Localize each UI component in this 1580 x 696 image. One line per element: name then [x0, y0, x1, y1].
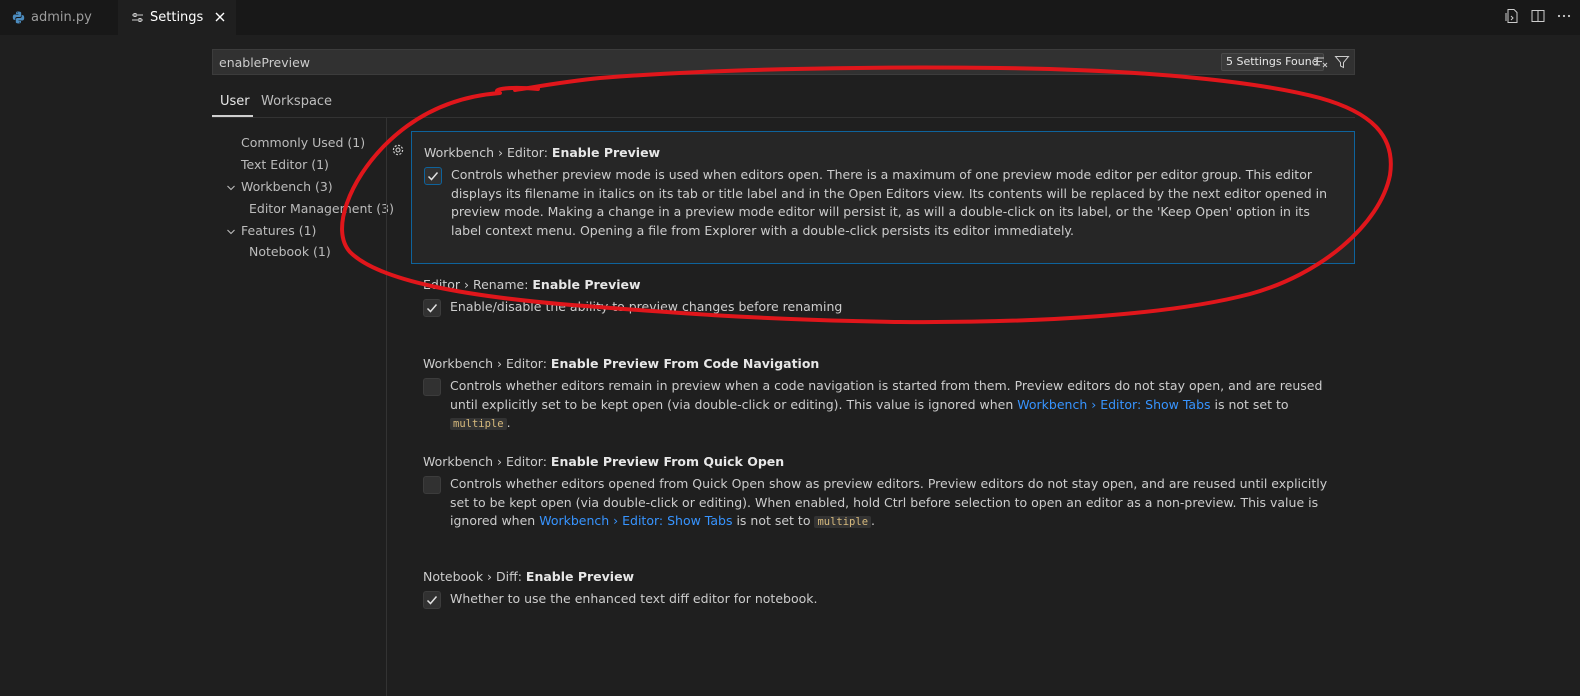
toc-text-editor[interactable]: Text Editor (1): [241, 157, 329, 172]
tab-user[interactable]: User: [220, 94, 250, 109]
setting-checkbox[interactable]: [423, 476, 441, 494]
setting-enable-preview-from-quick-open: Workbench › Editor: Enable Preview From …: [411, 453, 1355, 543]
code-value: multiple: [814, 516, 872, 528]
search-input[interactable]: [219, 53, 1119, 71]
toc-workbench[interactable]: Workbench (3): [241, 179, 333, 194]
setting-checkbox[interactable]: [423, 299, 441, 317]
setting-enable-preview-from-code-navigation: Workbench › Editor: Enable Preview From …: [411, 355, 1355, 430]
setting-title: Workbench › Editor: Enable Preview From …: [423, 356, 820, 371]
setting-title: Workbench › Editor: Enable Preview From …: [423, 454, 785, 469]
setting-description: Whether to use the enhanced text diff ed…: [450, 591, 818, 606]
active-tab-indicator: [212, 115, 253, 117]
open-settings-json-icon[interactable]: [1504, 8, 1520, 24]
setting-description: Enable/disable the ability to preview ch…: [450, 299, 843, 314]
tab-settings[interactable]: Settings: [118, 0, 236, 35]
setting-workbench-editor-enable-preview: Workbench › Editor: Enable Preview Contr…: [411, 131, 1355, 264]
toc-editor-management[interactable]: Editor Management (3): [249, 201, 394, 216]
setting-title: Editor › Rename: Enable Preview: [423, 277, 641, 292]
setting-checkbox[interactable]: [423, 378, 441, 396]
split-editor-icon[interactable]: [1530, 8, 1546, 24]
close-icon[interactable]: [212, 9, 228, 25]
tab-label: admin.py: [31, 10, 92, 25]
setting-notebook-diff-enable-preview: Notebook › Diff: Enable Preview Whether …: [411, 568, 1355, 618]
setting-editor-rename-enable-preview: Editor › Rename: Enable Preview Enable/d…: [411, 276, 1355, 326]
setting-checkbox[interactable]: [424, 167, 442, 185]
checkmark-icon: [427, 172, 439, 181]
setting-description: Controls whether editors opened from Qui…: [450, 476, 1328, 528]
code-value: multiple: [450, 418, 507, 430]
toc-features[interactable]: Features (1): [241, 223, 316, 238]
tab-admin-py[interactable]: admin.py: [0, 0, 118, 35]
checkmark-icon: [426, 304, 438, 313]
settings-sliders-icon: [131, 11, 144, 24]
show-tabs-link[interactable]: Workbench › Editor: Show Tabs: [539, 513, 732, 528]
toc-commonly-used[interactable]: Commonly Used (1): [241, 135, 365, 150]
tab-label: Settings: [150, 10, 204, 25]
chevron-down-icon[interactable]: [226, 182, 236, 192]
tab-workspace[interactable]: Workspace: [261, 94, 332, 109]
scope-tabs: User Workspace: [212, 88, 1355, 118]
settings-search: 5 Settings Found: [212, 49, 1355, 75]
setting-gear-icon[interactable]: [390, 142, 406, 158]
clear-filter-icon[interactable]: [1313, 54, 1329, 70]
python-file-icon: [12, 11, 25, 24]
setting-title: Notebook › Diff: Enable Preview: [423, 569, 635, 584]
setting-checkbox[interactable]: [423, 591, 441, 609]
filter-icon[interactable]: [1334, 54, 1350, 70]
tab-bar: admin.py Settings: [0, 0, 1580, 35]
toc-notebook[interactable]: Notebook (1): [249, 244, 331, 259]
toc-divider: [386, 118, 387, 696]
setting-description: Controls whether preview mode is used wh…: [451, 167, 1328, 238]
show-tabs-link[interactable]: Workbench › Editor: Show Tabs: [1017, 397, 1210, 412]
chevron-down-icon[interactable]: [226, 226, 236, 236]
setting-title: Workbench › Editor: Enable Preview: [424, 145, 661, 160]
editor-actions: [1504, 8, 1572, 24]
more-actions-icon[interactable]: [1556, 8, 1572, 24]
setting-description: Controls whether editors remain in previ…: [450, 378, 1323, 430]
settings-found-badge: 5 Settings Found: [1221, 53, 1324, 71]
checkmark-icon: [426, 596, 438, 605]
